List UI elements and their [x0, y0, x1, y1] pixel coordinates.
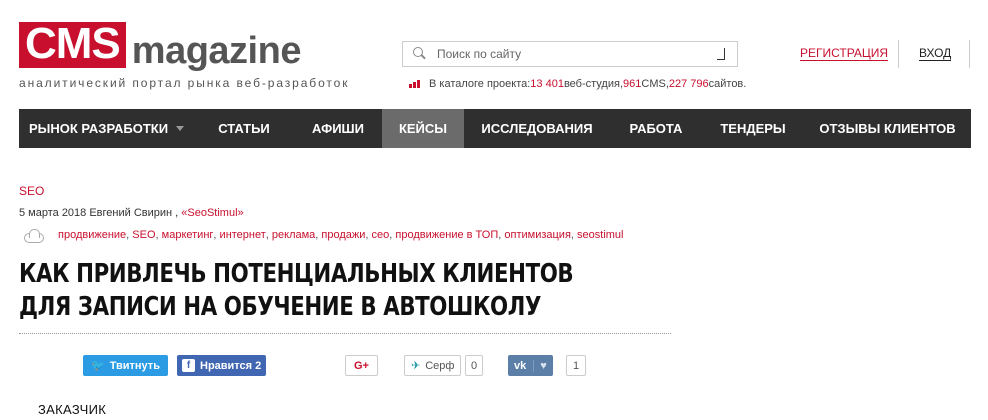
nav-label: СТАТЬИ	[218, 121, 270, 136]
search-icon	[413, 47, 427, 61]
logo-cms: CMS	[19, 22, 126, 68]
tag-link[interactable]: реклама	[272, 229, 315, 241]
site-tagline: аналитический портал рынка веб-разработо…	[19, 76, 350, 90]
vk-icon: vk	[514, 359, 527, 372]
nav-item-jobs[interactable]: РАБОТА	[610, 109, 702, 148]
main-nav: РЫНОК РАЗРАБОТКИ СТАТЬИ АФИШИ КЕЙСЫ ИССЛ…	[19, 109, 971, 148]
chevron-down-icon	[176, 126, 185, 131]
article-meta: 5 марта 2018 Евгений Свирин , «SeoStimul…	[19, 207, 244, 219]
article-title-line1: Как привлечь потенциальных клиентов	[19, 259, 574, 289]
search-input[interactable]	[437, 47, 697, 61]
twitter-label: Твитнуть	[109, 359, 160, 372]
tag-link[interactable]: интернет	[220, 229, 266, 241]
surf-button[interactable]: ✈ Серф	[404, 355, 462, 376]
nav-item-market[interactable]: РЫНОК РАЗРАБОТКИ	[19, 109, 194, 148]
header-separator	[898, 40, 899, 68]
section-heading-customer: ЗАКАЗЧИК	[38, 402, 107, 417]
catalog-studios-label: веб-студия,	[563, 78, 624, 90]
nav-label: АФИШИ	[312, 121, 364, 136]
site-logo[interactable]: CMS magazine	[19, 22, 302, 72]
nav-item-cases[interactable]: КЕЙСЫ	[382, 109, 464, 148]
facebook-label: Нравится 2	[200, 359, 262, 372]
nav-label: ТЕНДЕРЫ	[720, 121, 786, 136]
article-date-author: 5 марта 2018 Евгений Свирин ,	[19, 207, 182, 219]
facebook-icon: f	[182, 359, 195, 372]
tag-link[interactable]: маркетинг	[162, 229, 214, 241]
tag-link[interactable]: оптимизация	[504, 229, 571, 241]
title-divider	[19, 333, 671, 334]
twitter-button[interactable]: 🐦 Твитнуть	[83, 355, 168, 376]
catalog-sites-label: сайтов.	[708, 78, 747, 90]
article-rubric[interactable]: SEO	[19, 184, 44, 198]
nav-item-tenders[interactable]: ТЕНДЕРЫ	[702, 109, 804, 148]
tag-link[interactable]: продажи	[321, 229, 365, 241]
nav-label: ОТЗЫВЫ КЛИЕНТОВ	[819, 121, 956, 136]
surf-icon: ✈	[411, 360, 421, 372]
tag-link[interactable]: продвижение в ТОП	[395, 229, 498, 241]
catalog-cms-label: CMS,	[641, 78, 669, 90]
stats-bar-icon	[409, 80, 420, 88]
nav-label: РАБОТА	[629, 121, 683, 136]
catalog-prefix: В каталоге проекта:	[429, 78, 531, 90]
surf-label: Серф	[425, 359, 455, 372]
catalog-stats: В каталоге проекта: 13 401 веб-студия, 9…	[409, 78, 746, 90]
nav-label: РЫНОК РАЗРАБОТКИ	[28, 121, 169, 136]
nav-label: ИССЛЕДОВАНИЯ	[481, 121, 593, 136]
catalog-cms-count[interactable]: 961	[623, 78, 641, 90]
search-box[interactable]	[402, 41, 738, 67]
tag-cloud-icon	[22, 228, 44, 243]
tag-link[interactable]: seostimul	[577, 229, 623, 241]
login-link[interactable]: ВХОД	[919, 46, 952, 61]
gplus-button[interactable]: G+	[345, 355, 378, 376]
article-company-link[interactable]: «SeoStimul»	[181, 207, 243, 219]
surf-count: 0	[465, 355, 484, 376]
article-title: Как привлечь потенциальных клиентов для …	[19, 258, 675, 324]
nav-item-articles[interactable]: СТАТЬИ	[194, 109, 294, 148]
catalog-sites-count[interactable]: 227 796	[669, 78, 709, 90]
header-separator-right	[969, 40, 970, 68]
nav-label: КЕЙСЫ	[398, 121, 448, 136]
heart-icon: ♥	[533, 359, 547, 372]
twitter-icon: 🐦	[91, 360, 105, 372]
nav-item-research[interactable]: ИССЛЕДОВАНИЯ	[464, 109, 610, 148]
tag-link[interactable]: сео	[372, 229, 390, 241]
logo-magazine: magazine	[131, 30, 302, 72]
article-title-line2: для записи на обучение в автошколу	[19, 292, 542, 322]
tag-link[interactable]: продвижение	[58, 229, 126, 241]
tag-link[interactable]: SEO	[132, 229, 155, 241]
vk-count: 1	[566, 355, 587, 376]
facebook-like-button[interactable]: f Нравится 2	[177, 355, 267, 376]
register-link[interactable]: РЕГИСТРАЦИЯ	[800, 46, 889, 61]
vk-like-button[interactable]: vk ♥	[508, 355, 553, 376]
nav-item-reviews[interactable]: ОТЗЫВЫ КЛИЕНТОВ	[804, 109, 971, 148]
enter-icon[interactable]	[717, 48, 725, 60]
article-tags: продвижение, SEO, маркетинг, интернет, р…	[22, 228, 624, 243]
nav-item-events[interactable]: АФИШИ	[294, 109, 382, 148]
catalog-studios-count[interactable]: 13 401	[530, 78, 564, 90]
